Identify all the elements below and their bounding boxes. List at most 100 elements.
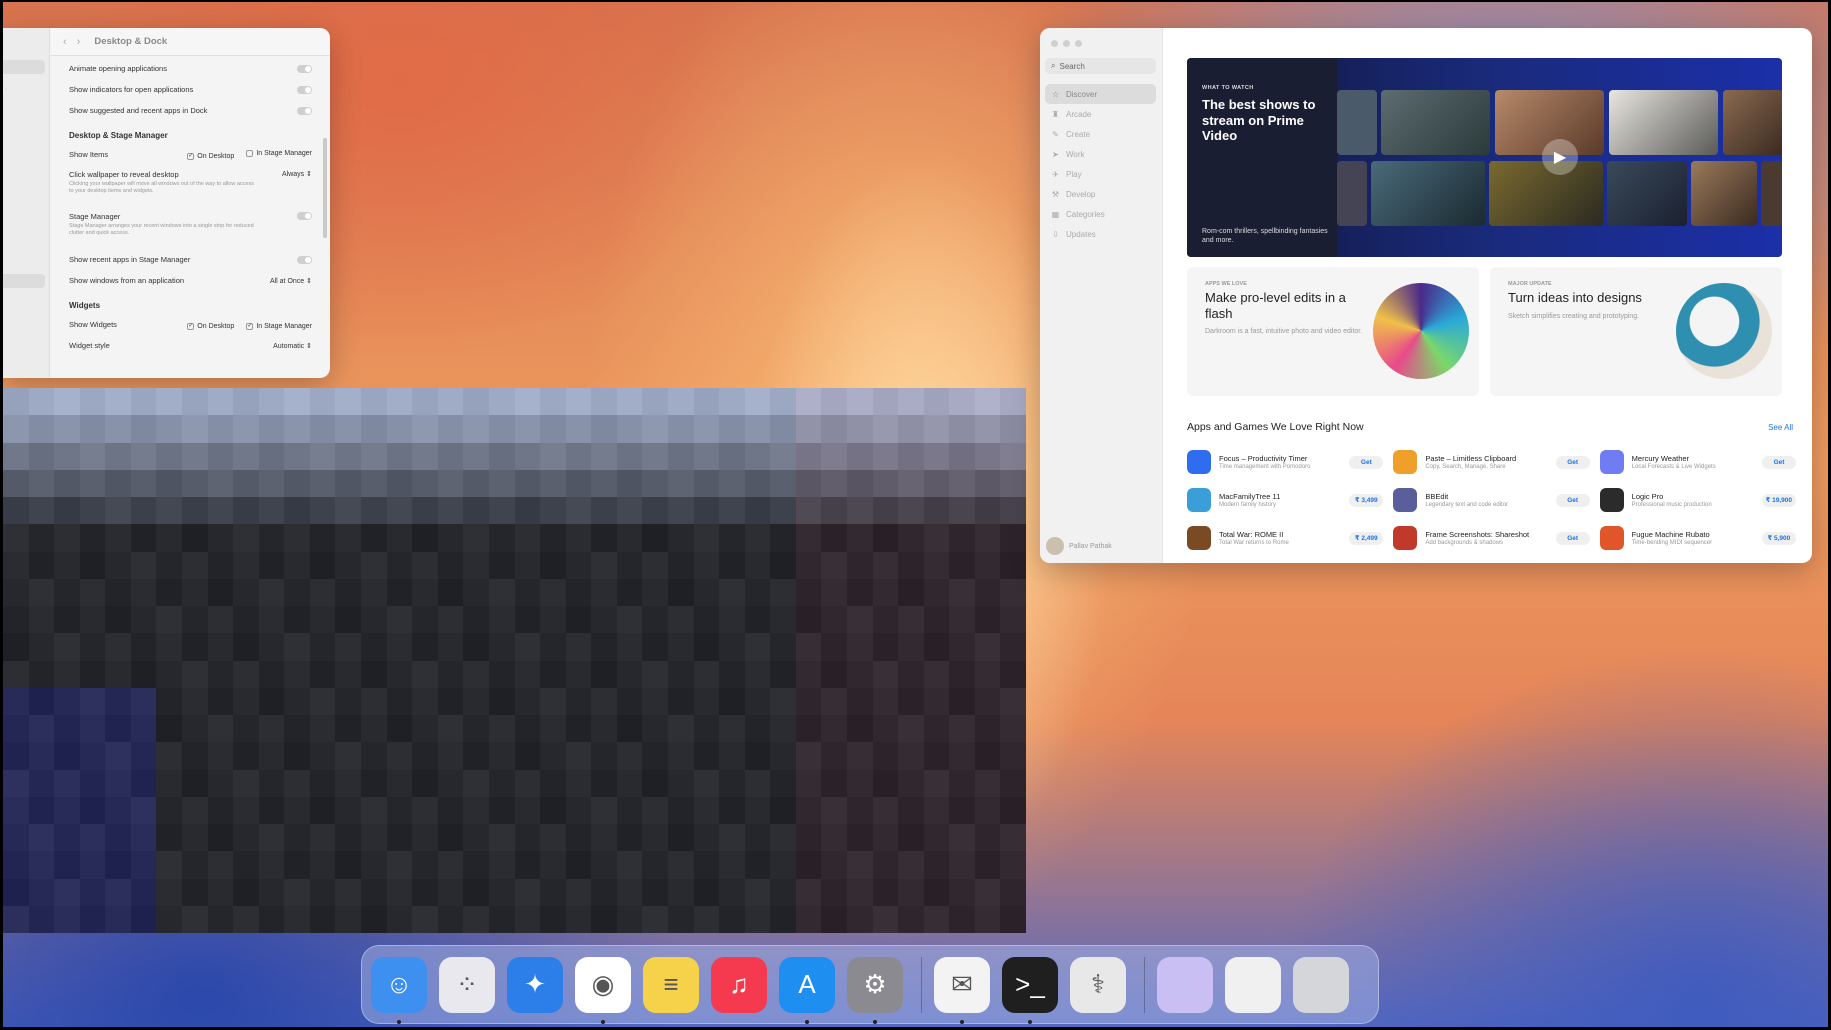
dock-glyph: ⚙ — [863, 969, 887, 999]
terminal-icon[interactable]: >_ — [1002, 956, 1058, 1024]
app-name: Logic Pro — [1631, 492, 1664, 501]
disk-utility-icon[interactable]: ⚕ — [1070, 956, 1126, 1013]
click-wallpaper-popup[interactable]: Always ⇕ — [282, 170, 312, 178]
pixel-block — [207, 388, 234, 416]
nav-work[interactable]: ➤ Work — [1045, 144, 1156, 164]
pixel-block — [667, 905, 694, 933]
pixel-block — [591, 578, 617, 606]
nav-arcade[interactable]: ♜ Arcade — [1045, 104, 1156, 124]
app-name: Mercury Weather — [1631, 454, 1690, 463]
pixel-block — [488, 497, 515, 525]
documents-stack-icon[interactable] — [1225, 956, 1281, 1013]
pixel-block — [872, 715, 899, 743]
get-button[interactable]: ₹ 5,900 — [1761, 531, 1796, 545]
launchpad-icon[interactable]: ⁘ — [439, 956, 495, 1013]
pixel-block — [309, 905, 336, 933]
pixel-block — [233, 796, 259, 824]
safari-icon[interactable]: ✦ — [507, 956, 563, 1013]
pixel-block — [28, 469, 55, 497]
pixel-block — [54, 796, 80, 824]
nav-updates[interactable]: ⇩ Updates — [1045, 224, 1156, 244]
nav-develop[interactable]: ⚒ Develop — [1045, 184, 1156, 204]
pixel-block — [105, 633, 131, 661]
pixel-block — [667, 660, 694, 688]
pixel-block — [258, 606, 285, 634]
settings-row: Show windows from an application All at … — [69, 270, 312, 291]
running-indicator — [397, 1019, 401, 1024]
see-all-link[interactable]: See All — [1768, 423, 1793, 432]
app-store-icon[interactable]: A — [779, 956, 835, 1024]
mail-icon[interactable]: ✉ — [934, 956, 990, 1024]
widgets-on-desktop-checkbox[interactable]: ✓ On Desktop — [187, 322, 234, 330]
indicators-toggle[interactable] — [297, 85, 312, 94]
nav-discover[interactable]: ☆ Discover — [1045, 84, 1156, 104]
nav-create[interactable]: ✎ Create — [1045, 124, 1156, 144]
pixel-block — [3, 905, 29, 933]
pixel-block — [974, 388, 1001, 416]
settings-icon[interactable]: ⚙ — [847, 956, 903, 1024]
feature-card-sketch[interactable]: MAJOR UPDATE Turn ideas into designs Ske… — [1490, 267, 1782, 396]
feature-card-darkroom[interactable]: APPS WE LOVE Make pro-level edits in a f… — [1187, 267, 1479, 396]
widgets-in-stage-manager-checkbox[interactable]: ✓ In Stage Manager — [246, 322, 312, 330]
widget-style-popup[interactable]: Automatic ⇕ — [273, 342, 312, 350]
scrollbar[interactable] — [323, 138, 327, 238]
trash-icon[interactable] — [1293, 956, 1349, 1013]
pixel-block — [719, 524, 745, 552]
get-button[interactable]: ₹ 3,499 — [1349, 493, 1384, 507]
finder-icon[interactable]: ☺ — [371, 956, 427, 1024]
app-list-item[interactable]: Focus – Productivity Timer Time managemen… — [1187, 443, 1384, 481]
app-list-item[interactable]: Fugue Machine Rubato Time-bending MIDI se… — [1599, 519, 1796, 557]
play-icon[interactable]: ▶ — [1542, 139, 1578, 175]
app-list-item[interactable]: Logic Pro Professional music production ₹ … — [1599, 481, 1796, 519]
zoom-button[interactable] — [1075, 40, 1082, 47]
music-icon[interactable]: ♫ — [711, 956, 767, 1013]
app-list-item[interactable]: Total War: ROME II Total War returns to R… — [1187, 519, 1384, 557]
sidebar-item-selected[interactable] — [3, 274, 45, 288]
minimize-button[interactable] — [1063, 40, 1070, 47]
pixel-block — [3, 415, 29, 443]
pixel-block — [693, 742, 720, 770]
nav-play[interactable]: ✈ Play — [1045, 164, 1156, 184]
search-field[interactable]: ⌕ Search — [1045, 58, 1156, 74]
get-button[interactable]: Get — [1349, 455, 1384, 469]
app-list-item[interactable]: Paste – Limitless Clipboard Copy, Search,… — [1393, 443, 1590, 481]
get-button[interactable]: Get — [1555, 493, 1590, 507]
suggested-apps-toggle[interactable] — [297, 106, 312, 115]
sidebar-item[interactable] — [3, 60, 45, 74]
pixel-block — [207, 851, 234, 879]
windows-from-app-popup[interactable]: All at Once ⇕ — [270, 277, 312, 285]
pixel-block — [105, 578, 131, 606]
app-list-item[interactable]: MacFamilyTree 11 Modern family history ₹ 3… — [1187, 481, 1384, 519]
get-button[interactable]: Get — [1761, 455, 1796, 469]
back-arrow-icon[interactable]: ‹ — [63, 36, 67, 48]
app-list-item[interactable]: Mercury Weather Local Forecasts & Live Wi… — [1599, 443, 1796, 481]
featured-banner[interactable]: ▶ WHAT TO WATCH The best shows to stream… — [1187, 58, 1782, 257]
get-button[interactable]: Get — [1555, 455, 1590, 469]
pixel-block — [335, 578, 362, 606]
sidebar-item[interactable]: · — [5, 86, 7, 93]
pixel-block — [437, 388, 464, 416]
pixel-block — [565, 796, 592, 824]
notes-icon[interactable]: ≡ — [643, 956, 699, 1013]
get-button[interactable]: Get — [1555, 531, 1590, 545]
get-button[interactable]: ₹ 2,499 — [1349, 531, 1384, 545]
folder-stack-icon[interactable] — [1157, 956, 1213, 1013]
pixel-block — [770, 905, 796, 933]
on-desktop-checkbox[interactable]: ✓ On Desktop — [187, 152, 234, 160]
account-button[interactable]: Pallav Pathak — [1046, 537, 1112, 555]
joystick-icon: ♜ — [1051, 109, 1060, 119]
animate-toggle[interactable] — [297, 64, 312, 73]
in-stage-manager-checkbox[interactable]: In Stage Manager — [246, 149, 312, 157]
close-button[interactable] — [1051, 40, 1058, 47]
app-list-item[interactable]: BBEdit Legendary text and code editor Get — [1393, 481, 1590, 519]
download-icon: ⇩ — [1052, 229, 1059, 239]
nav-categories[interactable]: ▦ Categories — [1045, 204, 1156, 224]
forward-arrow-icon[interactable]: › — [77, 36, 81, 48]
chrome-icon[interactable]: ◉ — [575, 956, 631, 1024]
recent-apps-stage-toggle[interactable] — [297, 255, 312, 264]
get-button[interactable]: ₹ 19,900 — [1761, 493, 1796, 507]
dock-glyph: ♫ — [729, 969, 749, 999]
stage-manager-toggle[interactable] — [297, 212, 312, 220]
pixel-block — [949, 551, 975, 579]
app-list-item[interactable]: Frame Screenshots: Shareshot Add backgrou… — [1393, 519, 1590, 557]
